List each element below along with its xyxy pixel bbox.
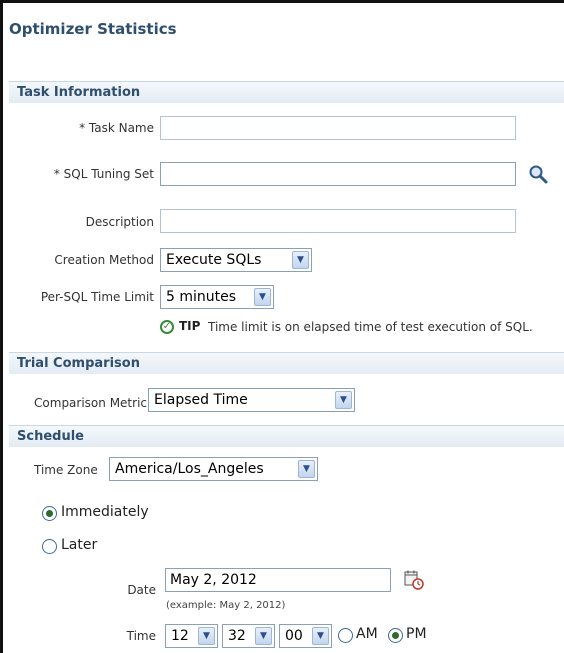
time-label: Time [126, 629, 156, 643]
task-name-input[interactable] [160, 116, 516, 140]
task-name-label: * Task Name [79, 121, 154, 135]
description-label: Description [85, 215, 154, 229]
chevron-down-icon: ▼ [298, 460, 315, 478]
date-hint: (example: May 2, 2012) [166, 600, 286, 611]
hour-value: 12 [171, 628, 189, 644]
immediately-radio[interactable] [42, 506, 57, 521]
comparison-metric-label: Comparison Metric [34, 396, 147, 410]
timezone-label: Time Zone [34, 463, 98, 477]
immediately-label[interactable]: Immediately [61, 504, 149, 520]
timezone-value: America/Los_Angeles [115, 461, 264, 477]
time-limit-value: 5 minutes [166, 289, 237, 305]
chevron-down-icon: ▼ [335, 391, 352, 409]
chevron-down-icon: ▼ [198, 627, 215, 645]
window-border-top [0, 0, 564, 3]
sql-tuning-set-label: * SQL Tuning Set [53, 167, 154, 181]
later-radio[interactable] [42, 539, 57, 554]
chevron-down-icon: ▼ [292, 251, 309, 269]
time-limit-select[interactable]: 5 minutes ▼ [160, 285, 274, 309]
second-select[interactable]: 00 ▼ [279, 624, 332, 648]
description-input[interactable] [160, 209, 516, 233]
section-header-task-information: Task Information [9, 81, 564, 103]
section-header-schedule: Schedule [9, 425, 564, 447]
pm-radio[interactable] [388, 628, 403, 643]
timezone-select[interactable]: America/Los_Angeles ▼ [109, 457, 318, 481]
calendar-icon[interactable] [403, 569, 425, 591]
second-value: 00 [285, 628, 303, 644]
later-label[interactable]: Later [61, 537, 97, 553]
page-title: Optimizer Statistics [9, 20, 177, 38]
sql-tuning-set-input[interactable] [160, 162, 516, 186]
pm-label[interactable]: PM [406, 626, 427, 642]
tip-label: TIP [179, 319, 201, 333]
magnifier-icon[interactable] [528, 164, 550, 186]
am-radio[interactable] [338, 628, 353, 643]
chevron-down-icon: ▼ [255, 627, 272, 645]
date-label: Date [127, 583, 156, 597]
minute-value: 32 [228, 628, 246, 644]
chevron-down-icon: ▼ [312, 627, 329, 645]
chevron-down-icon: ▼ [254, 288, 271, 306]
section-header-trial-comparison: Trial Comparison [9, 352, 564, 374]
comparison-metric-select[interactable]: Elapsed Time ▼ [148, 388, 355, 412]
time-limit-label: Per-SQL Time Limit [40, 290, 154, 304]
creation-method-value: Execute SQLs [166, 252, 262, 268]
creation-method-select[interactable]: Execute SQLs ▼ [160, 248, 312, 272]
date-input[interactable] [165, 568, 391, 592]
hour-select[interactable]: 12 ▼ [165, 624, 218, 648]
creation-method-label: Creation Method [54, 253, 154, 267]
comparison-metric-value: Elapsed Time [154, 392, 248, 408]
minute-select[interactable]: 32 ▼ [222, 624, 275, 648]
check-circle-icon: ✓ [160, 320, 174, 334]
am-label[interactable]: AM [356, 626, 378, 642]
window-border-left [0, 0, 3, 653]
tip-text: Time limit is on elapsed time of test ex… [208, 320, 533, 334]
